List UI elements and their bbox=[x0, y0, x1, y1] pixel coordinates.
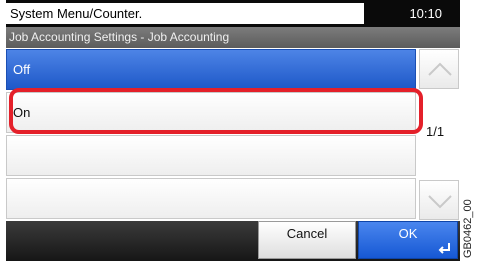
figure-code: GB0462_00 bbox=[462, 199, 474, 258]
cancel-button[interactable]: Cancel bbox=[258, 221, 356, 259]
clock: 10:10 bbox=[409, 6, 442, 21]
page-title: Job Accounting Settings - Job Accounting bbox=[6, 27, 460, 48]
options-list: Off On bbox=[6, 49, 416, 221]
chevron-down-icon bbox=[428, 195, 452, 209]
ok-button[interactable]: OK bbox=[358, 221, 458, 259]
ok-label: OK bbox=[398, 226, 418, 241]
option-label: Off bbox=[13, 62, 31, 77]
option-empty-2 bbox=[6, 178, 416, 219]
panel-screen: System Menu/Counter. 10:10 Job Accountin… bbox=[6, 0, 460, 261]
option-empty-1 bbox=[6, 135, 416, 176]
chevron-up-icon bbox=[428, 62, 452, 76]
footer-bar: Cancel OK bbox=[6, 221, 460, 261]
page-indicator: 1/1 bbox=[426, 124, 445, 139]
option-label: On bbox=[13, 105, 31, 120]
option-on[interactable]: On bbox=[6, 92, 416, 133]
cancel-label: Cancel bbox=[286, 226, 328, 241]
scroll-down-button[interactable] bbox=[419, 180, 459, 220]
scroll-up-button[interactable] bbox=[419, 49, 459, 89]
enter-icon bbox=[438, 243, 450, 254]
option-off[interactable]: Off bbox=[6, 49, 416, 90]
breadcrumb: System Menu/Counter. bbox=[6, 3, 364, 24]
status-bar: System Menu/Counter. 10:10 bbox=[6, 0, 460, 27]
